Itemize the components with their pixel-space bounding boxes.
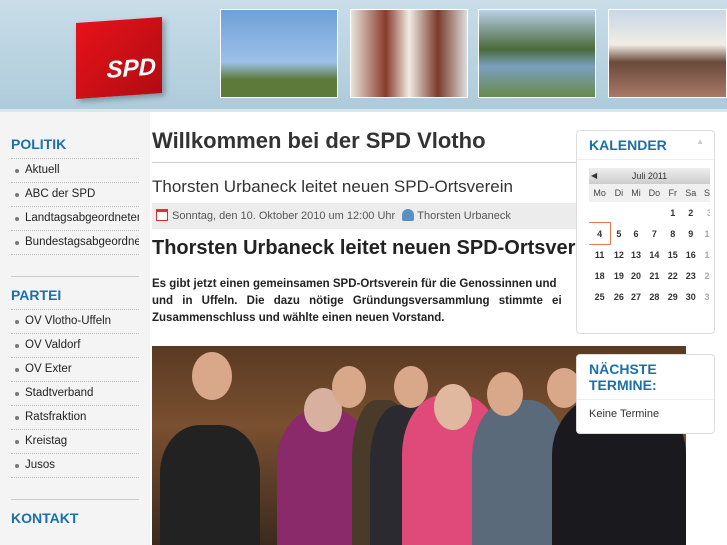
sidebar: POLITIK Aktuell ABC der SPD Landtagsabge… [0, 112, 150, 545]
calendar-week: 25262728293031 [589, 286, 710, 307]
calendar-day[interactable]: 14 [645, 244, 665, 265]
intro-line: Es gibt jetzt einen gemeinsamen SPD-Orts… [152, 278, 557, 290]
header-photo-windmill [220, 9, 338, 98]
prev-month-icon[interactable]: ◀ [591, 168, 597, 184]
divider [11, 255, 139, 277]
calendar-day[interactable]: 20 [627, 265, 644, 286]
calendar-day[interactable]: 25 [589, 286, 610, 307]
sidebar-item-kreistag[interactable]: Kreistag [11, 430, 139, 454]
termine-text: Keine Termine [589, 408, 660, 420]
sidebar-item-ov-valdorf[interactable]: OV Valdorf [11, 334, 139, 358]
calendar-day[interactable]: 23 [681, 265, 700, 286]
weekday-header: Mi [627, 184, 645, 202]
calendar-day[interactable]: 9 [681, 223, 700, 244]
calendar-day[interactable]: 16 [681, 244, 700, 265]
sidebar-item-aktuell[interactable]: Aktuell [11, 159, 139, 183]
calendar-day[interactable]: 17 [700, 244, 710, 265]
page-title: Willkommen bei der SPD Vlotho [152, 118, 577, 163]
calendar-day [645, 202, 665, 223]
calendar-day[interactable]: 1 [664, 202, 681, 223]
calendar-day[interactable]: 18 [589, 265, 610, 286]
termine-title: NÄCHSTE TERMINE: [577, 355, 714, 400]
calendar-day[interactable]: 10 [700, 223, 710, 244]
article-date: Sonntag, den 10. Oktober 2010 um 12:00 U… [172, 210, 396, 222]
calendar-week: 123 [589, 202, 710, 223]
calendar-day[interactable]: 22 [664, 265, 681, 286]
calendar-day[interactable]: 3 [700, 202, 710, 223]
calendar-day[interactable]: 11 [589, 244, 610, 265]
divider [11, 478, 139, 500]
sidebar-item-ov-exter[interactable]: OV Exter [11, 358, 139, 382]
sidebar-title-kontakt: KONTAKT [11, 510, 79, 526]
calendar-day[interactable]: 6 [627, 223, 644, 244]
calendar-day[interactable]: 5 [610, 223, 627, 244]
intro-line: und in Uffeln. Die dazu nötige Gründungs… [152, 295, 562, 307]
weekday-header: Di [610, 184, 628, 202]
sidebar-item-ratsfraktion[interactable]: Ratsfraktion [11, 406, 139, 430]
calendar-day[interactable]: 15 [664, 244, 681, 265]
calendar-icon [156, 209, 168, 221]
calendar-grid: MoDiMiDoFrSaSo12345678910111213141516171… [589, 184, 710, 307]
intro-line: Zusammenschluss und wählte einen neuen V… [152, 312, 445, 324]
article-headline: Thorsten Urbaneck leitet neuen SPD-Ortsv… [152, 237, 577, 259]
sidebar-title-partei: PARTEI [11, 281, 139, 310]
article-intro: Es gibt jetzt einen gemeinsamen SPD-Orts… [152, 276, 577, 327]
collapse-icon[interactable]: ▲ [696, 137, 704, 146]
calendar-title: KALENDER ▲ [577, 131, 714, 160]
sidebar-item-landtag[interactable]: Landtagsabgeordneter [11, 207, 139, 231]
sidebar-title-politik: POLITIK [11, 130, 139, 159]
calendar-day-today[interactable]: 4 [589, 222, 612, 245]
weekday-header: Do [644, 184, 665, 202]
calendar-day[interactable]: 30 [681, 286, 700, 307]
calendar-day[interactable]: 8 [664, 223, 681, 244]
calendar-day[interactable]: 2 [681, 202, 700, 223]
calendar-week: 11121314151617 [589, 244, 710, 265]
header-photo-farmhouse [608, 9, 727, 98]
calendar-month-header: ◀ Juli 2011 [589, 168, 710, 184]
calendar-day [610, 202, 627, 223]
weekday-header: So [700, 184, 710, 202]
calendar-day [627, 202, 644, 223]
calendar-day[interactable]: 21 [645, 265, 665, 286]
calendar-day[interactable]: 7 [645, 223, 665, 244]
sidebar-item-ov-vlotho[interactable]: OV Vlotho-Uffeln [11, 310, 139, 334]
header: SPD [0, 0, 727, 112]
calendar-day [589, 202, 610, 223]
calendar-day[interactable]: 13 [627, 244, 644, 265]
calendar-day[interactable]: 31 [700, 286, 710, 307]
sidebar-item-bundestag[interactable]: Bundestagsabgeordneter [11, 231, 139, 255]
author-icon [402, 209, 415, 221]
weekday-header: Mo [589, 184, 611, 202]
sidebar-item-jusos[interactable]: Jusos [11, 454, 139, 478]
calendar-week: 45678910 [589, 222, 710, 245]
spd-logo[interactable]: SPD [76, 16, 162, 100]
calendar-widget: ◀Juli 2011 MoDiMiDoFrSaSo123456789101112… [589, 168, 710, 323]
header-photo-landscape [478, 9, 596, 98]
calendar-week: 18192021222324 [589, 265, 710, 286]
article-title-link[interactable]: Thorsten Urbaneck leitet neuen SPD-Ortsv… [152, 177, 577, 197]
article-author: Thorsten Urbaneck [417, 210, 511, 222]
calendar-day[interactable]: 28 [645, 286, 665, 307]
calendar-day[interactable]: 24 [700, 265, 710, 286]
sidebar-item-stadtverband[interactable]: Stadtverband [11, 382, 139, 406]
article-meta: Sonntag, den 10. Oktober 2010 um 12:00 U… [152, 203, 577, 229]
calendar-day[interactable]: 27 [627, 286, 644, 307]
weekday-header: Fr [664, 184, 682, 202]
header-photo-houses [350, 9, 468, 98]
calendar-day[interactable]: 12 [610, 244, 627, 265]
main-content: Willkommen bei der SPD Vlotho Thorsten U… [152, 118, 577, 327]
weekday-header: Sa [681, 184, 701, 202]
calendar-day[interactable]: 26 [610, 286, 627, 307]
calendar-day[interactable]: 29 [664, 286, 681, 307]
termine-module: NÄCHSTE TERMINE: Keine Termine [576, 354, 715, 434]
calendar-module: KALENDER▲ ◀Juli 2011 MoDiMiDoFrSaSo12345… [576, 130, 715, 334]
sidebar-item-abc[interactable]: ABC der SPD [11, 183, 139, 207]
calendar-day[interactable]: 19 [610, 265, 627, 286]
